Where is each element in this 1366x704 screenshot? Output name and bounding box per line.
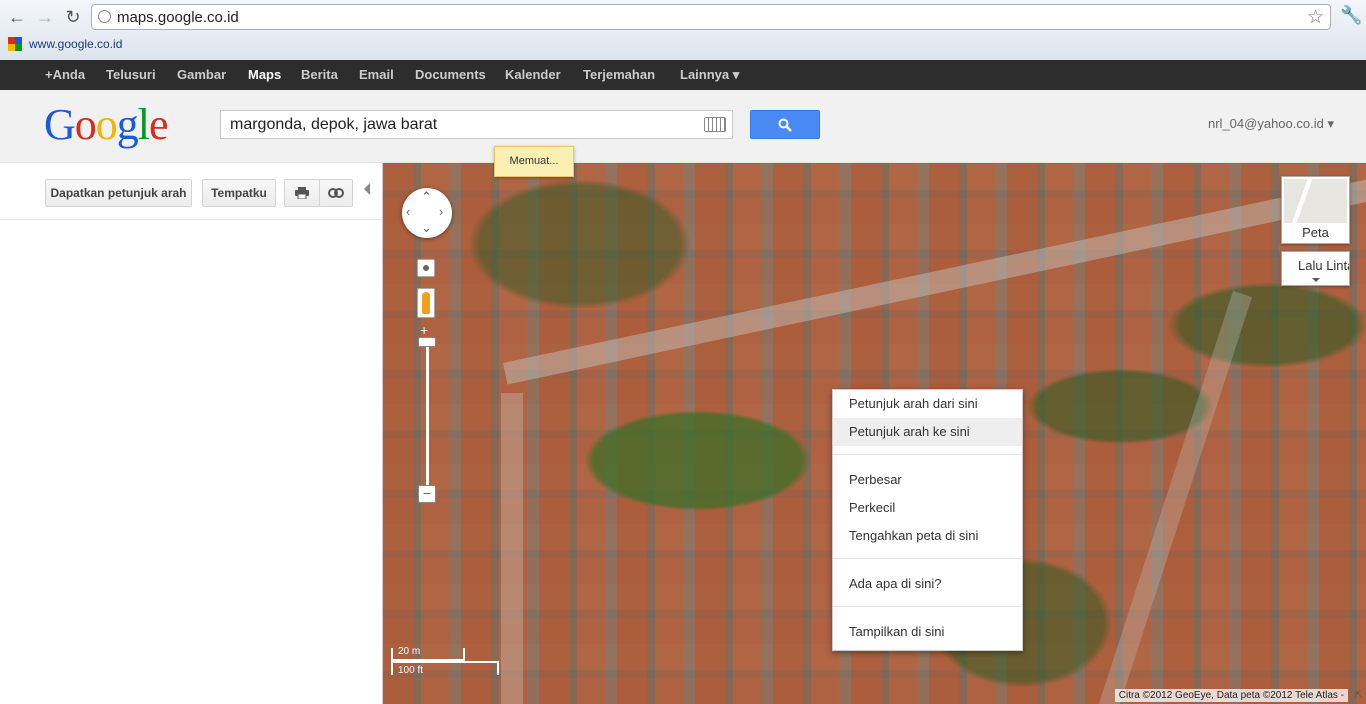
reset-view-button[interactable] (417, 259, 435, 277)
menu-separator (833, 454, 1022, 455)
chevron-down-icon (1312, 278, 1320, 282)
link-icon (328, 188, 344, 198)
collapse-panel-icon[interactable] (364, 183, 370, 195)
logo-letter: g (116, 100, 139, 149)
scale-imperial-label: 100 ft (398, 665, 424, 676)
get-directions-button[interactable]: Dapatkan petunjuk arah (45, 179, 192, 207)
google-bar: +Anda Telusuri Gambar Maps Berita Email … (0, 60, 1366, 90)
map-context-menu: Petunjuk arah dari sini Petunjuk arah ke… (832, 389, 1023, 651)
gbar-terjemahan[interactable]: Terjemahan (583, 67, 655, 82)
reset-icon (423, 265, 429, 271)
pan-left-icon[interactable]: ‹ (406, 205, 410, 218)
gbar-telusuri[interactable]: Telusuri (106, 67, 156, 82)
gbar-documents[interactable]: Documents (415, 67, 486, 82)
browser-toolbar: ← → ↻ maps.google.co.id ☆ 🔧 www.google.c… (0, 0, 1366, 61)
menu-separator (833, 558, 1022, 559)
account-menu[interactable]: nrl_04@yahoo.co.id ▾ (1208, 116, 1334, 132)
google-favicon-icon (8, 37, 22, 51)
pan-down-icon[interactable]: ⌄ (421, 221, 432, 234)
gbar-berita[interactable]: Berita (301, 67, 338, 82)
menu-item-zoom-out[interactable]: Perkecil (833, 494, 1022, 522)
search-input-value[interactable]: margonda, depok, jawa barat (230, 116, 437, 134)
zoom-out-button[interactable]: − (418, 485, 436, 503)
map-type-button[interactable]: Peta (1281, 176, 1350, 244)
search-input[interactable]: margonda, depok, jawa barat (220, 110, 733, 139)
map-attribution[interactable]: Citra ©2012 GeoEye, Data peta ©2012 Tele… (1114, 689, 1348, 702)
zoom-slider-thumb[interactable] (418, 337, 436, 347)
maps-header: Google margonda, depok, jawa barat nrl_0… (0, 90, 1366, 163)
divider (0, 219, 382, 220)
keyboard-icon[interactable] (704, 117, 726, 132)
pan-control[interactable]: ⌃ ‹ › ⌄ (402, 188, 452, 238)
scale-bar: 20 m 100 ft (391, 646, 501, 678)
gbar-gambar[interactable]: Gambar (177, 67, 226, 82)
gbar-kalender[interactable]: Kalender (505, 67, 561, 82)
gbar-maps[interactable]: Maps (248, 67, 281, 82)
pan-right-icon[interactable]: › (439, 205, 443, 218)
address-bar[interactable]: maps.google.co.id ☆ (91, 4, 1331, 30)
gbar-plus-anda[interactable]: +Anda (45, 67, 85, 82)
loading-indicator: Memuat... (494, 146, 574, 177)
search-button[interactable] (750, 110, 820, 139)
logo-letter: o (95, 100, 118, 149)
pegman-icon[interactable] (417, 288, 435, 318)
print-button[interactable] (284, 179, 320, 207)
map-road (1093, 290, 1253, 704)
traffic-label: Lalu Lintas (1298, 258, 1349, 273)
reload-icon[interactable]: ↻ (62, 6, 84, 28)
bookmark-google[interactable]: www.google.co.id (29, 37, 122, 51)
zoom-slider[interactable] (426, 343, 429, 495)
logo-letter: e (149, 100, 169, 149)
globe-icon (98, 10, 111, 23)
star-icon[interactable]: ☆ (1307, 6, 1324, 29)
menu-item-show-here[interactable]: Tampilkan di sini (833, 618, 1022, 646)
resize-icon[interactable]: ⇱ (1355, 690, 1363, 701)
menu-item-center-map[interactable]: Tengahkan peta di sini (833, 522, 1022, 550)
zoom-in-button[interactable]: + (420, 322, 428, 338)
logo-letter: l (137, 100, 150, 149)
traffic-layer-button[interactable]: Lalu Lintas (1281, 251, 1350, 286)
gbar-lainnya[interactable]: Lainnya ▾ (680, 67, 739, 83)
scale-metric-label: 20 m (398, 646, 421, 657)
map-type-label: Peta (1302, 225, 1329, 240)
gbar-email[interactable]: Email (359, 67, 394, 82)
pan-up-icon[interactable]: ⌃ (421, 190, 432, 203)
map-road (501, 393, 523, 704)
menu-separator (833, 606, 1022, 607)
side-panel: Dapatkan petunjuk arah Tempatku (0, 163, 383, 704)
search-icon (778, 118, 792, 132)
menu-item-directions-to[interactable]: Petunjuk arah ke sini (833, 418, 1022, 446)
map-thumbnail (1284, 179, 1347, 223)
wrench-icon[interactable]: 🔧 (1340, 5, 1362, 26)
logo-letter: G (44, 100, 76, 149)
my-places-button[interactable]: Tempatku (202, 179, 276, 207)
menu-item-zoom-in[interactable]: Perbesar (833, 466, 1022, 494)
logo-letter: o (74, 100, 97, 149)
link-button[interactable] (319, 179, 353, 207)
map-road (503, 175, 1366, 385)
address-url[interactable]: maps.google.co.id (117, 9, 239, 26)
menu-item-whats-here[interactable]: Ada apa di sini? (833, 570, 1022, 598)
forward-icon[interactable]: → (34, 6, 56, 28)
google-logo[interactable]: Google (44, 100, 169, 150)
menu-item-directions-from[interactable]: Petunjuk arah dari sini (833, 390, 1022, 418)
back-icon[interactable]: ← (6, 6, 28, 28)
print-icon (295, 187, 309, 200)
